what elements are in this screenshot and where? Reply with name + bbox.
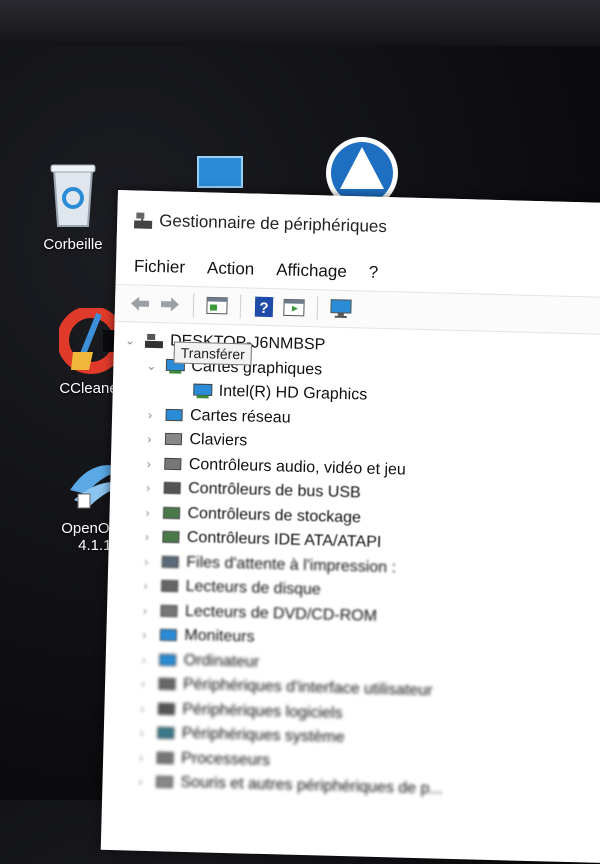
usb-icon bbox=[163, 482, 181, 495]
ide-controller-icon bbox=[162, 531, 180, 544]
chevron-right-icon[interactable]: › bbox=[134, 701, 150, 716]
toolbar-separator bbox=[192, 293, 195, 318]
system-device-icon bbox=[157, 726, 175, 740]
device-tree[interactable]: ⌄ DESKTOP-J6NMBSP ⌄ Cartes graphiques In… bbox=[102, 322, 600, 807]
chevron-right-icon[interactable]: › bbox=[136, 628, 152, 642]
hid-icon bbox=[158, 677, 176, 691]
tree-item-label: Périphériques logiciels bbox=[182, 700, 343, 722]
forward-arrow-icon bbox=[160, 297, 180, 312]
software-device-icon bbox=[157, 702, 176, 715]
window-title: Gestionnaire de périphériques bbox=[158, 211, 388, 237]
back-button[interactable] bbox=[127, 290, 154, 317]
scan-hardware-button[interactable] bbox=[328, 296, 355, 323]
tree-item-label: Contrôleurs audio, vidéo et jeu bbox=[188, 455, 407, 479]
tree-item-label: Contrôleurs de stockage bbox=[187, 504, 362, 527]
chevron-down-icon[interactable]: ⌄ bbox=[122, 333, 138, 347]
tree-item-label: Cartes réseau bbox=[189, 406, 291, 427]
computer-icon bbox=[144, 334, 164, 349]
chevron-right-icon[interactable]: › bbox=[139, 530, 155, 544]
tree-item-label: Files d'attente à l'impression : bbox=[186, 553, 397, 577]
tooltip: Transférer bbox=[173, 341, 253, 366]
processor-icon bbox=[156, 751, 174, 764]
chevron-right-icon[interactable]: › bbox=[141, 432, 157, 446]
chevron-right-icon[interactable]: › bbox=[138, 554, 154, 569]
tree-item-label: Souris et autres périphériques de p... bbox=[180, 774, 444, 798]
dvd-drive-icon bbox=[160, 604, 178, 617]
chevron-right-icon[interactable]: › bbox=[134, 726, 150, 740]
printer-icon bbox=[161, 555, 179, 568]
chevron-right-icon[interactable]: › bbox=[140, 481, 156, 495]
toolbar-separator bbox=[239, 294, 242, 319]
tree-item-label: Moniteurs bbox=[184, 627, 255, 646]
tree-item-label: Contrôleurs de bus USB bbox=[187, 480, 361, 502]
tree-item-label: Périphériques système bbox=[181, 725, 345, 747]
storage-controller-icon bbox=[162, 506, 181, 519]
properties-button[interactable] bbox=[204, 292, 231, 319]
menu-affichage[interactable]: Affichage bbox=[276, 260, 347, 282]
desktop-icon-label: Corbeille bbox=[43, 236, 103, 253]
tree-item-label: Lecteurs de disque bbox=[185, 578, 322, 599]
tree-item-label: Ordinateur bbox=[183, 651, 260, 671]
monitor-top-edge bbox=[0, 0, 600, 46]
monitor-scan-icon bbox=[330, 299, 352, 319]
help-button[interactable]: ? bbox=[251, 294, 278, 321]
speaker-icon bbox=[164, 457, 182, 471]
mouse-icon bbox=[155, 775, 174, 789]
tree-child-label: Intel(R) HD Graphics bbox=[218, 382, 368, 404]
chevron-right-icon[interactable]: › bbox=[137, 603, 153, 618]
chevron-right-icon[interactable]: › bbox=[135, 677, 151, 691]
chevron-right-icon[interactable]: › bbox=[136, 652, 152, 667]
recycle-bin-icon bbox=[50, 164, 96, 227]
chevron-right-icon[interactable]: › bbox=[137, 579, 153, 593]
device-manager-window[interactable]: Gestionnaire de périphériques Fichier Ac… bbox=[100, 190, 600, 864]
help-icon: ? bbox=[254, 296, 274, 318]
properties-icon bbox=[206, 296, 228, 315]
desktop-icon-recycle-bin[interactable]: Corbeille bbox=[18, 160, 128, 253]
keyboard-icon bbox=[164, 433, 183, 446]
network-adapter-icon bbox=[165, 408, 183, 422]
chevron-down-icon[interactable]: ⌄ bbox=[143, 358, 159, 373]
monitor-icon bbox=[159, 629, 178, 642]
update-driver-icon bbox=[283, 298, 305, 317]
category-list: › Cartes réseau › Claviers › Contrôleurs audi… bbox=[102, 401, 600, 807]
chevron-right-icon[interactable]: › bbox=[132, 775, 148, 789]
chevron-right-icon[interactable]: › bbox=[141, 456, 157, 471]
chevron-right-icon[interactable]: › bbox=[133, 750, 149, 765]
computer-icon bbox=[159, 653, 177, 666]
device-manager-icon bbox=[133, 212, 153, 229]
chevron-right-icon[interactable]: › bbox=[139, 505, 155, 520]
tree-item-label: Lecteurs de DVD/CD-ROM bbox=[184, 602, 378, 625]
toolbar-separator bbox=[316, 296, 319, 321]
display-adapter-icon bbox=[193, 383, 213, 399]
menu-fichier[interactable]: Fichier bbox=[134, 256, 185, 277]
menu-help[interactable]: ? bbox=[369, 263, 379, 283]
update-driver-button[interactable] bbox=[281, 294, 308, 321]
svg-text:?: ? bbox=[259, 300, 269, 317]
vlc-icon[interactable] bbox=[322, 135, 402, 205]
tree-item-label: Contrôleurs IDE ATA/ATAPI bbox=[186, 529, 382, 552]
tree-item-label: Processeurs bbox=[180, 749, 271, 769]
forward-button[interactable] bbox=[157, 291, 184, 318]
chevron-right-icon[interactable]: › bbox=[142, 407, 158, 422]
tree-item-label: Claviers bbox=[189, 431, 248, 450]
tree-item-label: Périphériques d'interface utilisateur bbox=[182, 676, 433, 700]
menu-action[interactable]: Action bbox=[207, 258, 255, 279]
back-arrow-icon bbox=[131, 296, 150, 311]
disk-drive-icon bbox=[160, 580, 179, 593]
